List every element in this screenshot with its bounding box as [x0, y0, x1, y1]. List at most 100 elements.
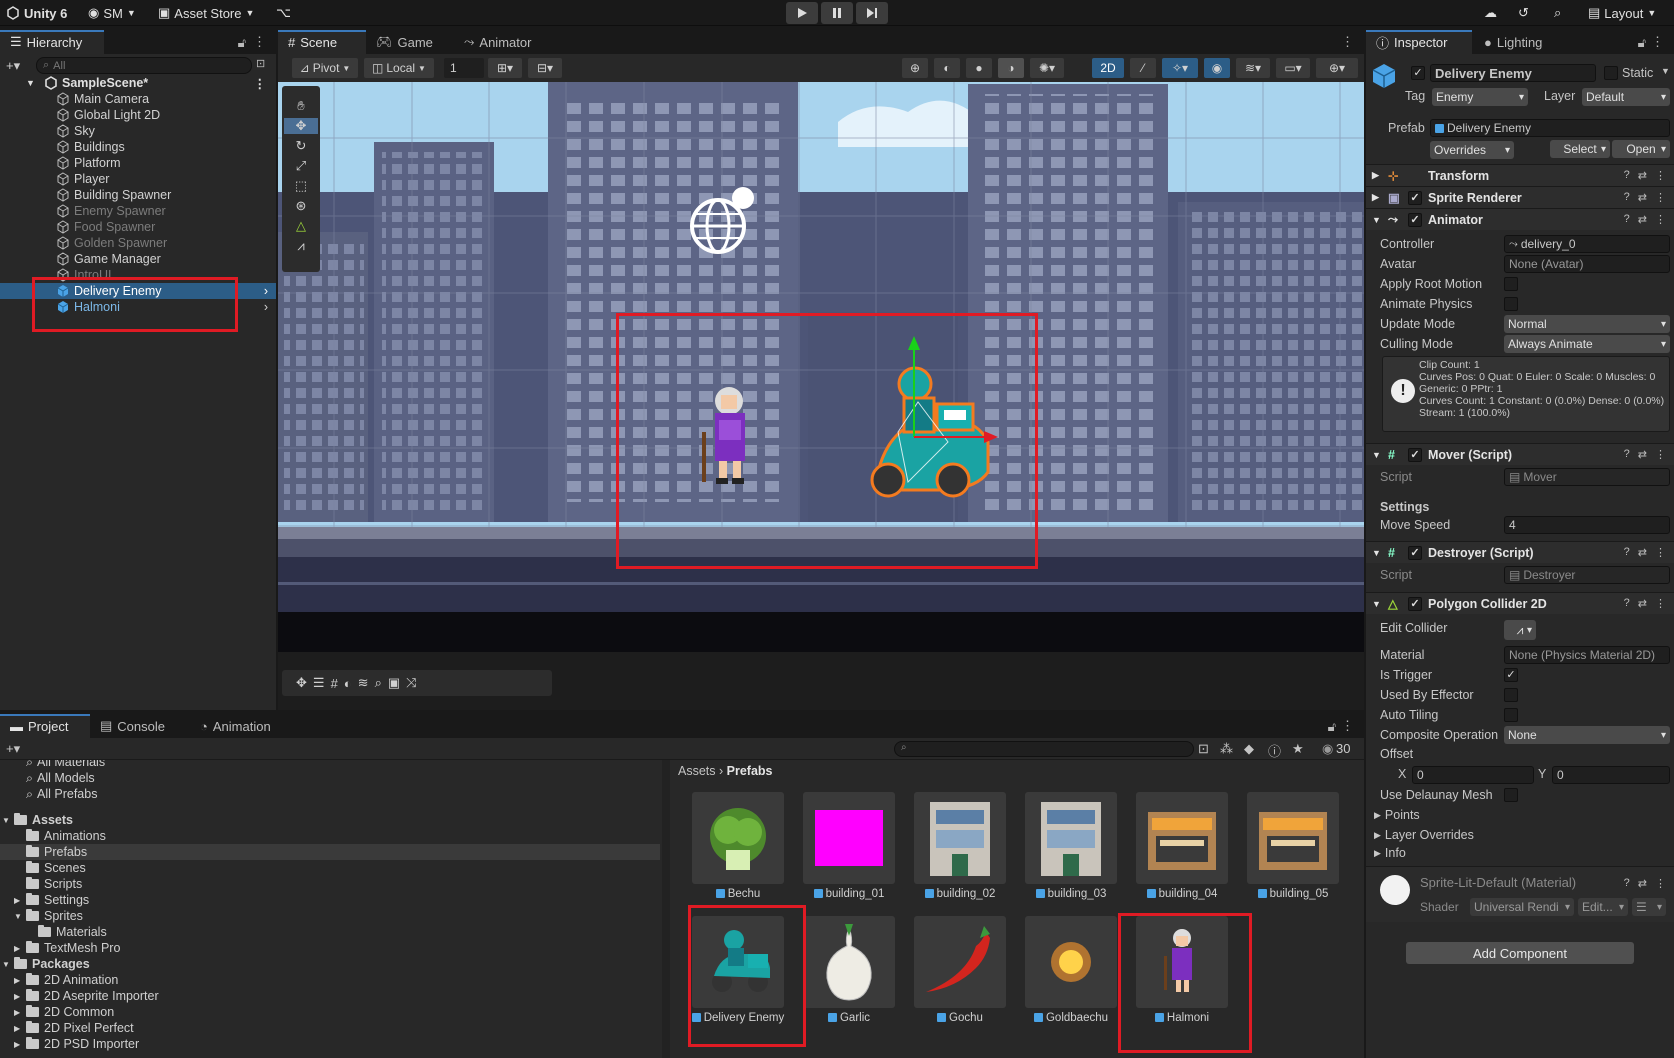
pivot-dropdown[interactable]: ⊿ Pivot ▼: [292, 58, 358, 78]
expand-arrow-icon[interactable]: ▼: [2, 960, 10, 969]
preset-icon[interactable]: ⇄: [1638, 546, 1647, 559]
more-icon[interactable]: ⋮: [1655, 546, 1666, 559]
folder-item[interactable]: ▶ 2D Common: [0, 1004, 660, 1020]
object-name-field[interactable]: Delivery Enemy: [1430, 64, 1596, 82]
label-icon[interactable]: ◆: [1244, 741, 1254, 757]
hierarchy-item[interactable]: Golden Spawner: [0, 235, 276, 251]
apply-root-motion-checkbox[interactable]: [1504, 277, 1518, 291]
asset-label[interactable]: Garlic: [793, 1012, 905, 1024]
physics-material-field[interactable]: None (Physics Material 2D): [1504, 646, 1670, 664]
folder-item[interactable]: Animations: [0, 828, 660, 844]
more-icon[interactable]: ⋮: [1655, 877, 1666, 890]
preset-icon[interactable]: ⇄: [1638, 448, 1647, 461]
favorite-item[interactable]: ⌕ All Materials: [0, 760, 660, 770]
collider-tool-icon[interactable]: △: [296, 218, 306, 234]
hierarchy-item[interactable]: Halmoni ›: [0, 299, 276, 315]
more-icon[interactable]: ⋮: [1655, 213, 1666, 226]
help-icon[interactable]: ?: [1624, 169, 1630, 182]
more-icon[interactable]: ⋮: [1341, 718, 1354, 734]
points-foldout[interactable]: ▶ Points: [1374, 806, 1666, 824]
folder-item[interactable]: ▼ Assets: [0, 812, 660, 828]
hierarchy-item[interactable]: Sky: [0, 123, 276, 139]
hierarchy-search-input[interactable]: ⌕ All: [36, 57, 252, 74]
move-snap-icon[interactable]: ✥: [296, 675, 307, 691]
folder-item[interactable]: ▶ 2D Pixel Perfect: [0, 1020, 660, 1036]
lit-button[interactable]: ◑: [998, 58, 1024, 78]
search-by-type-icon[interactable]: ⊡: [1198, 741, 1209, 757]
help-icon[interactable]: ?: [1624, 213, 1630, 226]
folder-item[interactable]: ▼ Sprites: [0, 908, 660, 924]
tab-animation[interactable]: ◔ Animation: [190, 714, 281, 738]
component-controls[interactable]: ? ⇄ ⋮: [1624, 448, 1666, 461]
active-checkbox[interactable]: ✓: [1411, 66, 1425, 80]
hand-tool-icon[interactable]: ✋︎: [297, 98, 304, 114]
asset-label[interactable]: Halmoni: [1126, 1012, 1238, 1024]
grid-snap-button[interactable]: ⊞▾: [488, 58, 522, 78]
grid-icon[interactable]: #: [331, 676, 338, 691]
help-icon[interactable]: ?: [1624, 448, 1630, 461]
camera-dropdown[interactable]: ▭▾: [1276, 58, 1310, 78]
animator-component-header[interactable]: ▼ ⤳ ✓ Animator ? ⇄ ⋮: [1366, 208, 1674, 230]
folder-item[interactable]: ▶ 2D Aseprite Importer: [0, 988, 660, 1004]
filter-icon[interactable]: ⁂: [1220, 741, 1233, 757]
tab-inspector[interactable]: ⓘ Inspector: [1366, 30, 1472, 54]
preset-icon[interactable]: ⇄: [1638, 213, 1647, 226]
sprite-renderer-component-header[interactable]: ▶ ▣ ✓ Sprite Renderer ? ⇄ ⋮: [1366, 186, 1674, 208]
prefab-field[interactable]: Delivery Enemy: [1430, 119, 1670, 137]
used-by-effector-checkbox[interactable]: [1504, 688, 1518, 702]
tab-project[interactable]: ▬ Project: [0, 714, 90, 738]
grid-size-input[interactable]: 1: [444, 58, 484, 78]
scene-search-icon[interactable]: ⊡: [256, 57, 265, 70]
animate-physics-checkbox[interactable]: [1504, 297, 1518, 311]
step-button[interactable]: [856, 2, 888, 24]
account-dropdown[interactable]: ◉ SM ▼: [88, 4, 136, 22]
chevron-down-icon[interactable]: ▼: [1661, 66, 1670, 76]
asset-tile[interactable]: [1247, 792, 1339, 884]
asset-tile[interactable]: [1025, 792, 1117, 884]
info-foldout[interactable]: ▶ Info: [1374, 844, 1666, 862]
layers-dropdown[interactable]: ≋▾: [1236, 58, 1270, 78]
scene-viewport[interactable]: ✋︎ ✥ ↻ ⤢ ⬚ ⊛ △ ⩘ ✥ ☰ # ◐ ≋ ⌕ ▣ ⤨: [278, 82, 1364, 710]
project-search-input[interactable]: ⌕: [894, 741, 1194, 757]
folder-item[interactable]: Prefabs: [0, 844, 660, 860]
component-controls[interactable]: ? ⇄ ⋮: [1624, 597, 1666, 610]
component-controls[interactable]: ? ⇄ ⋮: [1624, 213, 1666, 226]
help-icon[interactable]: ?: [1624, 877, 1630, 890]
layers-icon[interactable]: ≋: [358, 675, 369, 691]
asset-tile[interactable]: [692, 792, 784, 884]
more-icon[interactable]: ⋮: [1655, 169, 1666, 182]
shader-menu-button[interactable]: ☰: [1632, 898, 1666, 916]
folder-item[interactable]: Materials: [0, 924, 660, 940]
hierarchy-item[interactable]: Delivery Enemy ›: [0, 283, 276, 299]
preset-icon[interactable]: ⇄: [1638, 191, 1647, 204]
zoom-icon[interactable]: ⌕: [375, 675, 382, 691]
asset-store-dropdown[interactable]: ▣ Asset Store ▼: [158, 4, 254, 22]
folder-item[interactable]: ▶ TextMesh Pro: [0, 940, 660, 956]
more-icon[interactable]: ⋮: [1655, 448, 1666, 461]
asset-label[interactable]: building_03: [1015, 888, 1127, 900]
asset-tile[interactable]: [1136, 916, 1228, 1008]
expand-arrow-icon[interactable]: ▶: [14, 1008, 20, 1017]
asset-tile[interactable]: [803, 916, 895, 1008]
asset-tile[interactable]: [914, 792, 1006, 884]
asset-label[interactable]: building_02: [904, 888, 1016, 900]
component-controls[interactable]: ? ⇄ ⋮: [1624, 877, 1666, 890]
lighting-toggle[interactable]: ✺▾: [1030, 58, 1064, 78]
enabled-checkbox[interactable]: ✓: [1408, 596, 1422, 611]
version-control-icon[interactable]: ⌥: [276, 4, 291, 22]
more-icon[interactable]: ⋮: [254, 76, 267, 91]
favorite-item[interactable]: ⌕ All Prefabs: [0, 786, 660, 802]
tag-dropdown[interactable]: Enemy: [1432, 88, 1528, 106]
globe-gizmo-button[interactable]: ⊕: [902, 58, 928, 78]
avatar-field[interactable]: None (Avatar): [1504, 255, 1670, 273]
audio-toggle[interactable]: ⁄: [1130, 58, 1156, 78]
add-object-button[interactable]: +▾: [6, 58, 20, 74]
visibility-toggle[interactable]: ◉: [1204, 58, 1230, 78]
polygon-collider-component-header[interactable]: ▼ △ ✓ Polygon Collider 2D ? ⇄ ⋮: [1366, 592, 1674, 614]
open-button[interactable]: Open: [1612, 140, 1670, 158]
chevron-right-icon[interactable]: ›: [264, 284, 268, 298]
hierarchy-item[interactable]: Building Spawner: [0, 187, 276, 203]
expand-arrow-icon[interactable]: ▶: [14, 1040, 20, 1049]
play-button[interactable]: [786, 2, 818, 24]
shader-edit-button[interactable]: Edit...: [1578, 898, 1628, 916]
